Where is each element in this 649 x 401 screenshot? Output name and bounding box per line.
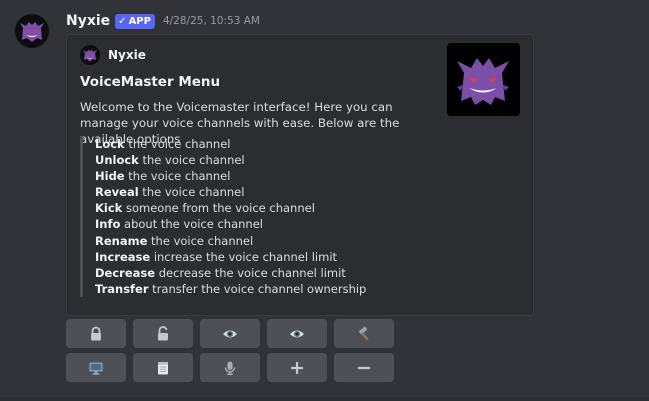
option-item: Decrease decrease the voice channel limi… [95,265,520,281]
option-keyword: Decrease [95,265,156,280]
username[interactable]: Nyxie [66,13,110,29]
eye-icon [222,326,238,342]
options-blockquote: Lock the voice channel Unlock the voice c… [80,136,520,297]
embed-title: VoiceMaster Menu [80,74,221,90]
reveal-button[interactable] [267,319,327,348]
option-text: someone from the voice channel [122,201,315,216]
eye-icon [289,326,305,342]
unlock-button[interactable] [133,319,193,348]
embed-author-avatar [80,45,100,65]
option-text: transfer the voice channel ownership [148,281,367,296]
option-text: the voice channel [138,153,245,168]
gengar-author-icon [83,49,97,62]
unlock-icon [155,325,171,342]
embed-thumbnail[interactable] [447,43,520,116]
lock-icon [88,326,104,342]
option-keyword: Unlock [95,153,139,168]
option-text: the voice channel [138,185,245,200]
hide-button[interactable] [200,319,260,348]
option-item: Unlock the voice channel [95,152,520,168]
option-item: Lock the voice channel [95,136,520,152]
option-item: Hide the voice channel [95,168,520,184]
transfer-button[interactable] [200,353,260,382]
option-text: the voice channel [124,169,231,184]
option-item: Kick someone from the voice channel [95,200,520,216]
option-keyword: Hide [95,169,125,184]
minus-icon [356,360,372,376]
increase-button[interactable] [267,353,327,382]
verified-check-icon: ✓ [118,15,127,27]
option-keyword: Info [95,217,121,232]
option-keyword: Lock [95,137,125,151]
embed-card: Nyxie VoiceMaster Menu Welcome to the Vo… [66,34,534,316]
plus-icon [289,360,305,376]
option-item: Reveal the voice channel [95,184,520,200]
timestamp: 4/28/25, 10:53 AM [162,15,260,27]
notepad-icon [155,360,171,376]
gengar-thumbnail-icon [457,58,509,105]
divider [0,397,649,401]
bot-avatar[interactable] [15,14,49,48]
embed-author: Nyxie [80,45,146,65]
option-keyword: Rename [95,233,148,248]
option-text: the voice channel [147,233,254,248]
kick-button[interactable] [334,319,394,348]
option-text: decrease the voice channel limit [155,265,346,280]
embed-author-name[interactable]: Nyxie [108,48,146,62]
option-item: Increase increase the voice channel limi… [95,249,520,265]
option-keyword: Increase [95,249,151,264]
option-keyword: Reveal [95,185,139,200]
option-keyword: Kick [95,201,123,216]
info-button[interactable] [66,353,126,382]
option-text: increase the voice channel limit [150,249,338,264]
monitor-icon [88,360,104,376]
option-text: the voice channel [124,137,231,151]
option-item: Transfer transfer the voice channel owne… [95,281,520,297]
rename-button[interactable] [133,353,193,382]
app-badge: ✓ APP [115,13,155,29]
option-item: Rename the voice channel [95,233,520,249]
option-keyword: Transfer [95,281,149,296]
lock-button[interactable] [66,319,126,348]
option-text: about the voice channel [120,217,263,232]
gengar-avatar-icon [20,22,44,42]
decrease-button[interactable] [334,353,394,382]
bot-message: Nyxie ✓ APP 4/28/25, 10:53 AM Nyxie Voic… [0,0,649,401]
option-item: Info about the voice channel [95,216,520,232]
microphone-icon [222,360,238,376]
message-header: Nyxie ✓ APP 4/28/25, 10:53 AM [66,12,260,30]
hammer-icon [356,326,372,342]
app-badge-label: APP [128,15,151,27]
